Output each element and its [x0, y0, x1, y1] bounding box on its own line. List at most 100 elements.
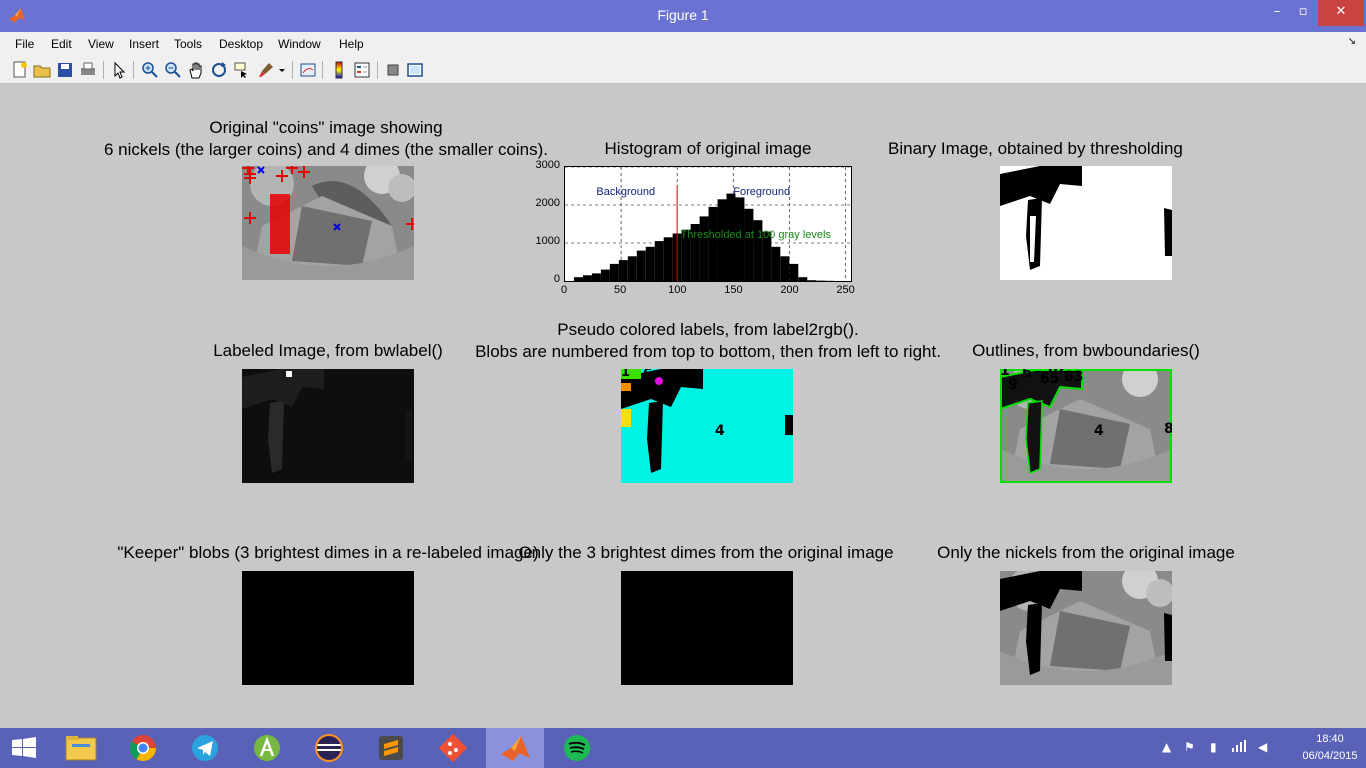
outlines-image: 1 9 6 82 65 83 4 85 [1000, 369, 1172, 483]
taskbar-clock[interactable]: 18:40 06/04/2015 [1300, 731, 1360, 765]
hide-plot-tools-icon[interactable] [384, 61, 402, 79]
original-coins-image [242, 166, 414, 280]
spotify-icon [564, 735, 590, 761]
histogram-axes: Background Foreground Thresholded at 100 g… [564, 166, 852, 282]
link-plot-icon[interactable] [299, 61, 317, 79]
network-signal-icon[interactable] [1232, 740, 1246, 755]
menu-file-label: File [15, 37, 35, 51]
zoom-out-icon[interactable] [164, 61, 182, 79]
dock-figure-icon[interactable]: ↘ [1348, 36, 1356, 47]
y-tick-label: 0 [553, 273, 560, 285]
taskbar-android-studio[interactable] [238, 728, 296, 768]
taskbar-eclipse[interactable] [300, 728, 358, 768]
tray-overflow-icon[interactable]: ▲ [1162, 740, 1171, 754]
power-icon[interactable]: ▮ [1210, 740, 1217, 754]
coins-title: Original "coins" image showing 6 nickels… [103, 118, 549, 159]
taskbar-git[interactable] [424, 728, 482, 768]
blob-label: 85 [785, 421, 793, 436]
blob-label: 9 [1008, 377, 1018, 393]
blob-label: 83 [1064, 369, 1084, 385]
foreground-annotation: Foreground [733, 186, 790, 198]
menu-edit-label: Edit [51, 37, 72, 51]
keeper-blobs-image [242, 571, 414, 685]
window-titlebar: Figure 1 – ▫ ✕ [0, 0, 1366, 32]
pseudo-color-image: 1 6 82 83 4 85 [621, 369, 793, 483]
menu-edit[interactable]: Edit [51, 37, 72, 51]
histogram-title: Histogram of original image [604, 139, 812, 158]
save-icon[interactable] [56, 61, 74, 79]
blob-label: 85 [1164, 421, 1172, 437]
windows-start-icon [12, 737, 36, 758]
matlab-icon [501, 736, 530, 761]
blob-label: 4 [715, 423, 725, 439]
new-figure-icon[interactable] [11, 61, 29, 79]
select-arrow-icon[interactable] [111, 61, 129, 79]
chrome-icon [129, 735, 157, 762]
menu-insert[interactable]: Insert [129, 37, 159, 51]
menu-view-label: View [88, 37, 114, 51]
menu-bar: File Edit View Insert Tools Desktop Wind… [0, 32, 1366, 56]
background-annotation: Background [596, 186, 655, 198]
labeled-image [242, 369, 414, 483]
menu-desktop[interactable]: Desktop [219, 37, 263, 51]
action-center-flag-icon[interactable]: ⚑ [1184, 740, 1195, 754]
start-button[interactable] [0, 728, 58, 768]
taskbar-file-explorer[interactable] [52, 728, 110, 768]
taskbar-telegram[interactable] [176, 728, 234, 768]
pseudo-title: Pseudo colored labels, from label2rgb().… [475, 320, 941, 361]
window-title: Figure 1 [657, 7, 709, 23]
file-explorer-icon [65, 736, 97, 761]
menu-file[interactable]: File [15, 37, 34, 51]
histogram-bar [636, 250, 646, 281]
blob-label: 6 [1022, 369, 1032, 381]
clock-time: 18:40 [1316, 733, 1344, 745]
show-plot-tools-icon[interactable] [406, 61, 424, 79]
x-tick-label: 250 [836, 284, 855, 296]
zoom-in-icon[interactable] [141, 61, 159, 79]
x-tick-label: 0 [560, 284, 568, 296]
figure-toolbar [0, 56, 1366, 84]
pan-hand-icon[interactable] [187, 61, 205, 79]
histogram-bar [708, 206, 718, 281]
rotate-3d-icon[interactable] [210, 61, 228, 79]
toolbar-separator [377, 61, 378, 79]
histogram-bar [663, 237, 673, 281]
toolbar-separator [322, 61, 323, 79]
menu-tools[interactable]: Tools [174, 37, 202, 51]
android-studio-icon [254, 735, 280, 761]
histogram-bar [789, 263, 799, 281]
toolbar-separator [103, 61, 104, 79]
volume-icon[interactable]: ◀ [1258, 740, 1267, 754]
histogram-bar [591, 273, 601, 281]
binary-title: Binary Image, obtained by thresholding [888, 139, 1183, 158]
print-icon[interactable] [79, 61, 97, 79]
labeled-title: Labeled Image, from bwlabel() [213, 341, 443, 360]
menu-help-label: Help [339, 37, 364, 51]
taskbar: ▲ ⚑ ▮ ◀ 18:40 06/04/2015 [0, 728, 1366, 768]
y-tick-label: 3000 [535, 159, 560, 171]
menu-view[interactable]: View [88, 37, 114, 51]
threshold-annotation: Thresholded at 100 gray levels [681, 229, 832, 241]
histogram-bar [780, 256, 790, 281]
menu-desktop-label: Desktop [219, 37, 264, 51]
legend-icon[interactable] [353, 61, 371, 79]
brush-icon[interactable] [257, 61, 275, 79]
brush-dropdown-icon[interactable] [277, 61, 287, 79]
colorbar-icon[interactable] [330, 61, 348, 79]
histogram-bar [744, 208, 754, 281]
open-file-icon[interactable] [33, 61, 51, 79]
histogram-bar [609, 263, 619, 281]
taskbar-sublime-text[interactable] [362, 728, 420, 768]
histogram-bar [573, 277, 583, 281]
blob-label: 1 [621, 369, 631, 380]
data-cursor-icon[interactable] [233, 61, 251, 79]
menu-help[interactable]: Help [339, 37, 364, 51]
figure-canvas: Original "coins" image showing 6 nickels… [8, 86, 1358, 726]
close-button[interactable]: ✕ [1318, 0, 1364, 26]
taskbar-spotify[interactable] [548, 728, 606, 768]
x-tick-label: 150 [724, 284, 743, 296]
maximize-button[interactable]: ▫ [1288, 0, 1318, 26]
taskbar-matlab[interactable] [486, 728, 544, 768]
taskbar-chrome[interactable] [114, 728, 172, 768]
menu-window[interactable]: Window [278, 37, 321, 51]
